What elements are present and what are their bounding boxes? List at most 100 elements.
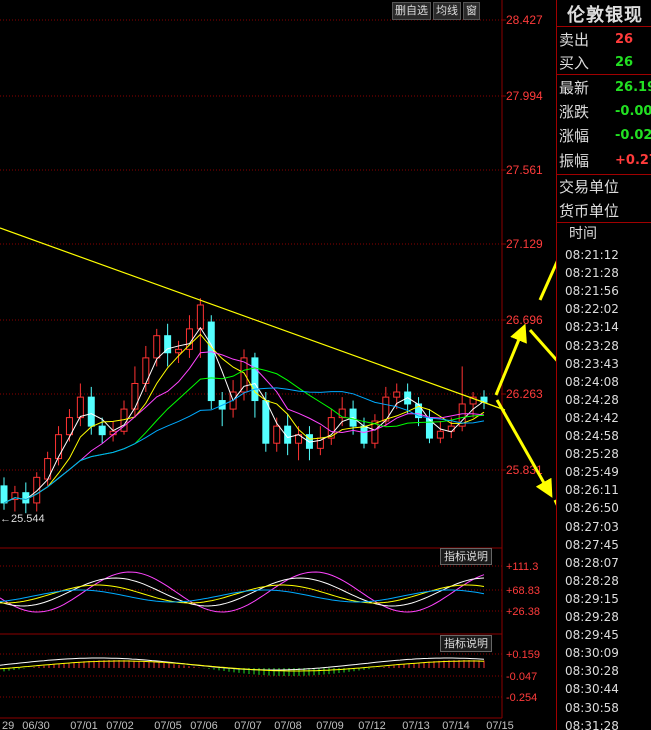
candle-body[interactable] [185,328,193,350]
tick-row[interactable]: 08:28:282 [565,572,619,590]
window-button[interactable]: 窗 [463,2,480,20]
date-tick-label: 07/12 [358,720,386,730]
tick-row[interactable]: 08:30:582 [565,699,619,717]
info-row: 交易单位 [559,176,651,198]
tick-row[interactable]: 08:21:282 [565,264,619,282]
tick-row[interactable]: 08:21:562 [565,282,619,300]
candle-body[interactable] [175,348,183,354]
quote-value: 26 [615,32,634,47]
tick-row[interactable]: 08:23:432 [565,355,619,373]
tick-time: 08:23:28 [565,338,619,353]
tick-time: 08:24:42 [565,410,619,425]
tick-row[interactable]: 08:29:152 [565,590,619,608]
ma-line-button[interactable]: 均线 [433,2,461,20]
tick-row[interactable]: 08:30:282 [565,662,619,680]
candle-body[interactable] [87,396,95,427]
candle-body[interactable] [393,391,401,398]
quote-label: 振幅 [559,152,590,170]
candle-body[interactable] [425,417,433,439]
indicator2-help-button[interactable]: 指标说明 [440,635,492,652]
date-tick-label: 07/09 [316,720,344,730]
indicator2-tick-label: -0.254 [506,692,537,704]
quote-row: 卖出 26 [559,29,651,51]
quote-row: 最新 26.19 [559,77,651,99]
tick-time: 08:28:28 [565,573,619,588]
tick-row[interactable]: 08:25:282 [565,445,619,463]
quote-value: -0.00 [615,104,651,119]
tick-row[interactable]: 08:29:452 [565,626,619,644]
tick-time: 08:26:11 [565,483,619,498]
quote-label: 最新 [559,79,590,97]
tick-row[interactable]: 08:26:502 [565,499,619,517]
tick-row[interactable]: 08:24:582 [565,427,619,445]
candle-body[interactable] [55,434,63,460]
candle-body[interactable] [207,321,215,402]
tick-time: 08:30:58 [565,700,619,715]
candle-body[interactable] [273,425,281,444]
tick-row[interactable]: 08:26:112 [565,481,619,499]
tick-time: 08:23:43 [565,356,619,371]
tick-time: 08:30:28 [565,664,619,679]
indicator1-tick-label: +68.83 [506,585,540,597]
tick-row[interactable]: 08:30:442 [565,680,619,698]
candle-body[interactable] [436,430,444,439]
tick-row[interactable]: 08:28:072 [565,554,619,572]
tick-row[interactable]: 08:24:422 [565,409,619,427]
tick-row[interactable]: 08:27:452 [565,536,619,554]
tick-row[interactable]: 08:23:142 [565,318,619,336]
tick-time: 08:29:28 [565,610,619,624]
chart-toolbar: 删自选 均线 窗 [392,2,480,20]
price-tick-label: 26.263 [506,387,543,401]
candle-body[interactable] [131,382,139,410]
candle-body[interactable] [360,425,368,444]
delete-watchlist-button[interactable]: 删自选 [392,2,431,20]
price-tick-label: 27.994 [506,89,543,103]
quote-label: 涨幅 [559,127,590,145]
indicator1-help-button[interactable]: 指标说明 [440,548,492,565]
tick-time: 08:25:49 [565,465,619,480]
candle-body[interactable] [338,408,346,419]
candle-body[interactable] [76,396,84,419]
indicator2-tick-label: +0.159 [506,649,540,661]
quote-label: 涨跌 [559,103,590,121]
tick-row[interactable]: 08:24:082 [565,373,619,391]
indicator1-tick-label: +111.3 [506,561,538,573]
tick-row[interactable]: 08:23:282 [565,337,619,355]
tick-time: 08:30:09 [565,646,619,661]
candle-body[interactable] [153,335,161,359]
tick-row[interactable]: 08:29:282 [565,608,619,626]
tick-time: 08:29:15 [565,591,619,606]
candle-body[interactable] [262,400,270,444]
tick-time: 08:22:02 [565,302,619,317]
tick-row[interactable]: 08:25:492 [565,463,619,481]
quote-row: 振幅 +0.27 [559,150,651,172]
quote-row: 涨幅 -0.02 [559,125,651,147]
candle-body[interactable] [0,485,8,504]
tick-row[interactable]: 08:21:122 [565,246,619,264]
price-tick-label: 27.561 [506,163,543,177]
tick-time: 08:28:07 [565,555,619,570]
tick-time: 08:21:28 [565,266,619,281]
candle-body[interactable] [33,476,41,504]
date-tick-label: 07/01 [70,720,98,730]
indicator1-tick-label: +26.38 [506,606,540,618]
indicator2-tick-label: -0.047 [506,671,537,683]
tick-row[interactable]: 08:30:092 [565,644,619,662]
tick-row[interactable]: 08:27:032 [565,518,619,536]
tick-time: 08:21:12 [565,248,619,262]
info-row: 货币单位 [559,200,651,222]
quote-panel: 伦敦银现 卖出 26 买入 26 最新 26.19 涨跌 -0.00 涨幅 -0.02 振幅 +0.2… [556,0,651,730]
quote-value: -0.02 [615,128,651,143]
tick-time: 08:27:03 [565,519,619,534]
date-tick-label: 07/07 [234,720,262,730]
date-tick-label: 07/05 [154,720,182,730]
quote-value: 26.19 [615,80,651,95]
tick-row[interactable]: 08:22:022 [565,300,619,318]
candle-body[interactable] [98,425,106,436]
tick-row[interactable]: 08:31:282 [565,717,619,730]
tick-row[interactable]: 08:24:282 [565,391,619,409]
candle-body[interactable] [447,425,455,432]
tick-time: 08:24:28 [565,392,619,407]
candle-body[interactable] [196,304,204,330]
chart-area[interactable]: 28.42727.99427.56127.12926.69626.26325.8… [0,0,651,730]
